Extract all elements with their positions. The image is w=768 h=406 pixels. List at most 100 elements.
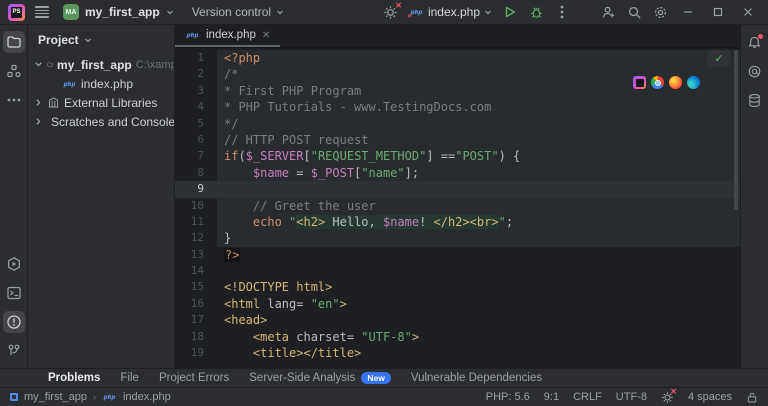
code-line[interactable]: 11 echo "<h2> Hello, $name! </h2><br>"; [175,213,740,231]
code-line-text[interactable]: <head> [217,312,740,329]
code-line[interactable]: 9 [175,181,740,198]
line-number[interactable]: 3 [175,82,217,100]
line-number[interactable]: 18 [175,328,217,346]
code-line-text[interactable]: <meta charset= "UTF-8"> [217,328,740,346]
line-separator-widget[interactable]: CRLF [573,391,602,403]
line-number[interactable]: 8 [175,164,217,182]
code-line-text[interactable]: } [217,230,740,247]
debug-button[interactable] [524,1,548,23]
tab-close-icon[interactable]: ✕ [262,30,270,41]
inspection-status-widget[interactable]: ✓ [707,50,731,67]
project-widget[interactable]: MA my_first_app [59,2,178,22]
settings-gear-icon[interactable] [648,1,672,23]
problems-tab-project-errors[interactable]: Project Errors [149,372,239,384]
code-line-text[interactable]: <!DOCTYPE html> [217,279,740,296]
line-number[interactable]: 17 [175,312,217,329]
code-line[interactable]: 16 <html lang= "en"> [175,295,740,313]
chrome-icon[interactable] [651,76,664,89]
project-tool-icon[interactable] [2,31,25,53]
problems-tool-icon[interactable] [2,311,25,333]
problems-tab-server-side-analysis[interactable]: Server-Side Analysis New [239,372,401,384]
line-number[interactable]: 13 [175,246,217,264]
interpreter-error-gear-icon[interactable]: ✕ [379,1,403,23]
line-number[interactable]: 16 [175,295,217,313]
structure-tool-icon[interactable] [3,60,25,82]
breadcrumb-project[interactable]: my_first_app [24,391,87,403]
notifications-bell-icon[interactable] [744,31,766,53]
problems-tab-vulnerable-dependencies[interactable]: Vulnerable Dependencies [401,372,552,384]
code-line-text[interactable]: // Greet the user [217,197,740,214]
line-number[interactable]: 12 [175,230,217,247]
code-line[interactable]: 19 <title></title> [175,345,740,362]
code-line[interactable]: 8 $name = $_POST["name"]; [175,164,740,182]
code-line[interactable]: 12} [175,230,740,247]
code-line-text[interactable]: */ [217,115,740,132]
code-line[interactable]: 15 <!DOCTYPE html> [175,279,740,296]
editor-tab-index-php[interactable]: php index.php ✕ [175,25,281,47]
code-line[interactable]: 1 <?php [175,50,740,67]
maximize-button[interactable] [704,1,732,23]
firefox-icon[interactable] [669,76,682,89]
line-number[interactable]: 9 [175,181,217,198]
code-line[interactable]: 13 ?> [175,246,740,264]
code-line-text[interactable]: <?php [217,50,740,67]
code-line[interactable]: 6 // HTTP POST request [175,131,740,149]
caret-position-widget[interactable]: 9:1 [544,391,559,403]
indent-widget[interactable]: 4 spaces [688,391,732,403]
run-button[interactable] [498,1,522,23]
ai-assistant-icon[interactable] [744,60,766,82]
php-version-widget[interactable]: PHP: 5.6 [486,391,530,403]
run-configuration-selector[interactable]: php ✕ index.php [405,5,496,20]
tree-row-index-php[interactable]: php index.php [28,74,174,93]
line-number[interactable]: 7 [175,148,217,165]
tree-row-scratches[interactable]: Scratches and Consoles [28,112,174,131]
line-number[interactable]: 15 [175,279,217,296]
code-editor[interactable]: 1 <?php 2 /* 3 * First PHP Program 4 * PHP Tuto… [175,48,740,368]
code-line[interactable]: 7 if($_SERVER["REQUEST_METHOD"] =="POST")… [175,148,740,165]
tree-row-root[interactable]: my_first_app C:\xampp\htdocs [28,55,174,74]
line-number[interactable]: 11 [175,213,217,231]
code-line-text[interactable] [217,263,740,280]
code-with-me-icon[interactable] [596,1,620,23]
code-line-text[interactable]: <title></title> [217,345,740,362]
breadcrumb-file[interactable]: index.php [123,391,171,403]
code-line-text[interactable]: // HTTP POST request [217,131,740,149]
line-number[interactable]: 2 [175,66,217,83]
unlock-icon[interactable] [746,391,758,404]
line-number[interactable]: 19 [175,345,217,362]
code-line-text[interactable]: <html lang= "en"> [217,295,740,313]
code-line[interactable]: 18 <meta charset= "UTF-8"> [175,328,740,346]
code-line[interactable]: 10 // Greet the user [175,197,740,214]
close-button[interactable] [734,1,762,23]
services-tool-icon[interactable] [3,253,25,275]
code-line[interactable]: 4 * PHP Tutorials - www.TestingDocs.com [175,99,740,116]
code-line[interactable]: 14 [175,263,740,280]
database-tool-icon[interactable] [744,89,766,111]
more-tool-windows-icon[interactable] [3,89,25,111]
tree-row-external-libraries[interactable]: External Libraries [28,93,174,112]
line-number[interactable]: 6 [175,131,217,149]
project-panel-header[interactable]: Project [28,29,174,55]
problems-tab-file[interactable]: File [110,372,149,384]
encoding-widget[interactable]: UTF-8 [616,391,647,403]
phpstorm-preview-icon[interactable] [633,76,646,89]
code-line-text[interactable]: * PHP Tutorials - www.TestingDocs.com [217,99,740,116]
terminal-tool-icon[interactable] [3,282,25,304]
line-number[interactable]: 10 [175,197,217,214]
line-number[interactable]: 14 [175,263,217,280]
line-number[interactable]: 4 [175,99,217,116]
code-line-text[interactable]: $name = $_POST["name"]; [217,164,740,182]
code-line-text[interactable] [217,181,740,198]
main-menu-icon[interactable] [35,2,49,22]
minimize-button[interactable] [674,1,702,23]
version-control-tool-icon[interactable] [3,340,25,362]
line-number[interactable]: 1 [175,50,217,67]
code-line-text[interactable]: echo "<h2> Hello, $name! </h2><br>"; [217,213,740,231]
edge-icon[interactable] [687,76,700,89]
line-number[interactable]: 5 [175,115,217,132]
code-line[interactable]: 17 <head> [175,312,740,329]
more-actions-icon[interactable] [550,1,574,23]
search-everywhere-icon[interactable] [622,1,646,23]
code-line[interactable]: 5 */ [175,115,740,132]
interpreter-error-gear-icon[interactable]: ✕ [661,387,677,404]
